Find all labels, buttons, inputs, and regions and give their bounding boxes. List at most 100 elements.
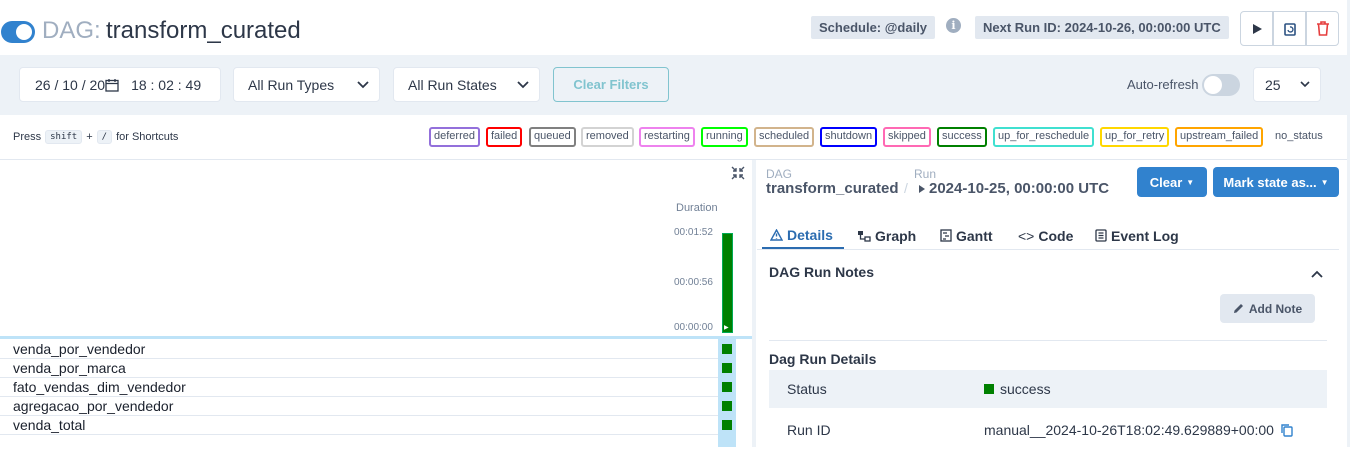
task-row[interactable]: venda_por_marca <box>0 359 718 378</box>
legend-shutdown[interactable]: shutdown <box>820 127 878 147</box>
auto-refresh-toggle[interactable] <box>1202 74 1240 96</box>
run-type-value: All Run Types <box>248 76 335 93</box>
graph-icon <box>858 230 871 242</box>
legend-queued[interactable]: queued <box>529 127 576 147</box>
grid-divider <box>0 336 752 339</box>
task-instance-square[interactable] <box>722 420 732 430</box>
legend-success[interactable]: success <box>937 127 987 147</box>
legend-skipped[interactable]: skipped <box>883 127 931 147</box>
legend-deferred[interactable]: deferred <box>429 127 480 147</box>
code-icon: <> <box>1018 227 1035 244</box>
clear-run-button[interactable]: Clear ▼ <box>1137 167 1207 197</box>
trigger-dag-button[interactable] <box>1240 11 1273 46</box>
task-row[interactable]: venda_por_vendedor <box>0 340 718 359</box>
chevron-down-icon <box>517 80 529 88</box>
chevron-up-icon[interactable] <box>1311 265 1323 283</box>
shift-key: shift <box>45 130 83 144</box>
status-value: success <box>984 381 1051 397</box>
calendar-icon <box>105 78 119 92</box>
run-type-marker-icon: ▶ <box>724 325 729 331</box>
schedule-badge: Schedule: @daily <box>811 16 936 39</box>
warning-icon <box>770 228 783 241</box>
tab-details-label: Details <box>787 226 833 243</box>
tab-code[interactable]: <> Code <box>1010 222 1081 249</box>
run-duration-bar[interactable] <box>722 233 733 333</box>
base-date-input[interactable]: 26 / 10 / 20 18 : 02 : 49 <box>19 67 221 102</box>
parse-dag-button[interactable] <box>1273 11 1306 46</box>
mark-state-label: Mark state as... <box>1223 174 1317 190</box>
copy-icon[interactable] <box>1280 423 1294 437</box>
tab-event-log[interactable]: Event Log <box>1087 222 1187 249</box>
dag-prefix: DAG: <box>42 17 101 44</box>
notes-section-title[interactable]: DAG Run Notes <box>769 264 874 280</box>
breadcrumb-dag-label: DAG <box>766 167 793 181</box>
chevron-down-icon <box>1300 81 1310 88</box>
task-row[interactable]: agregacao_por_vendedor <box>0 397 718 416</box>
legend-upstream_failed[interactable]: upstream_failed <box>1175 127 1264 147</box>
clear-run-label: Clear <box>1149 174 1183 190</box>
legend-failed[interactable]: failed <box>486 127 523 147</box>
page-size-value: 25 <box>1265 76 1281 93</box>
tab-gantt-label: Gantt <box>956 227 993 244</box>
run-type-select[interactable]: All Run Types <box>233 67 380 102</box>
chevron-down-icon <box>357 80 369 88</box>
task-instance-square[interactable] <box>722 401 732 411</box>
run-id-text: manual__2024-10-26T18:02:49.629889+00:00 <box>984 422 1274 438</box>
details-row-status: Status success <box>769 370 1327 408</box>
legend-no_status[interactable]: no_status <box>1270 127 1328 147</box>
run-id-key: Run ID <box>787 422 831 438</box>
gantt-icon <box>940 229 952 242</box>
duration-tick: 00:00:56 <box>674 277 713 288</box>
tab-event-log-label: Event Log <box>1111 227 1179 244</box>
tab-code-label: Code <box>1038 227 1074 244</box>
dag-pause-toggle[interactable] <box>1 21 35 43</box>
divider <box>769 340 1327 341</box>
shortcuts-hint: Press shift + / for Shortcuts <box>13 130 178 144</box>
play-icon <box>919 184 925 193</box>
caret-down-icon: ▼ <box>1320 177 1329 187</box>
page-size-select[interactable]: 25 <box>1253 67 1321 102</box>
duration-tick: 00:00:00 <box>674 322 713 333</box>
run-id-value: manual__2024-10-26T18:02:49.629889+00:00 <box>984 422 1294 438</box>
auto-refresh-label: Auto-refresh <box>1127 77 1199 92</box>
legend-scheduled[interactable]: scheduled <box>754 127 815 147</box>
duration-axis-label: Duration <box>676 202 718 214</box>
task-instance-square[interactable] <box>722 382 732 392</box>
shortcuts-suffix: for Shortcuts <box>116 131 179 143</box>
breadcrumb-dag-link[interactable]: transform_curated <box>766 180 899 197</box>
slash-key: / <box>96 130 113 144</box>
info-icon[interactable]: i <box>946 18 961 33</box>
pencil-icon <box>1233 304 1243 313</box>
details-section-title: Dag Run Details <box>769 351 877 367</box>
tabs-divider <box>757 249 1339 250</box>
panel-resize-handle[interactable] <box>752 160 756 447</box>
tab-graph[interactable]: Graph <box>849 222 924 249</box>
legend-running[interactable]: running <box>701 127 748 147</box>
legend-up_for_retry[interactable]: up_for_retry <box>1100 127 1170 147</box>
tab-gantt[interactable]: Gantt <box>932 222 1001 249</box>
collapse-icon[interactable] <box>730 165 746 186</box>
run-state-value: All Run States <box>408 76 497 93</box>
duration-tick: 00:01:52 <box>674 227 713 238</box>
next-run-badge: Next Run ID: 2024-10-26, 00:00:00 UTC <box>975 16 1229 39</box>
page-title: transform_curated <box>106 17 301 44</box>
breadcrumb-run[interactable]: 2024-10-25, 00:00:00 UTC <box>918 180 1109 197</box>
task-row[interactable]: venda_total <box>0 416 718 435</box>
shortcuts-plus: + <box>86 131 93 143</box>
run-state-select[interactable]: All Run States <box>393 67 540 102</box>
reparse-icon <box>1283 22 1296 36</box>
tab-details[interactable]: Details <box>762 222 844 249</box>
document-icon <box>1095 229 1107 242</box>
legend-up_for_reschedule[interactable]: up_for_reschedule <box>993 127 1095 147</box>
task-instance-square[interactable] <box>722 363 732 373</box>
task-instance-square[interactable] <box>722 344 732 354</box>
caret-down-icon: ▼ <box>1186 177 1195 187</box>
mark-state-button[interactable]: Mark state as... ▼ <box>1213 167 1339 197</box>
task-row[interactable]: fato_vendas_dim_vendedor <box>0 378 718 397</box>
legend-removed[interactable]: removed <box>581 127 634 147</box>
delete-dag-button[interactable] <box>1306 11 1339 46</box>
legend-restarting[interactable]: restarting <box>639 127 695 147</box>
filter-bar: 26 / 10 / 20 18 : 02 : 49 All Run Types … <box>0 55 1350 115</box>
clear-filters-button[interactable]: Clear Filters <box>553 67 669 102</box>
add-note-button[interactable]: Add Note <box>1220 294 1315 323</box>
